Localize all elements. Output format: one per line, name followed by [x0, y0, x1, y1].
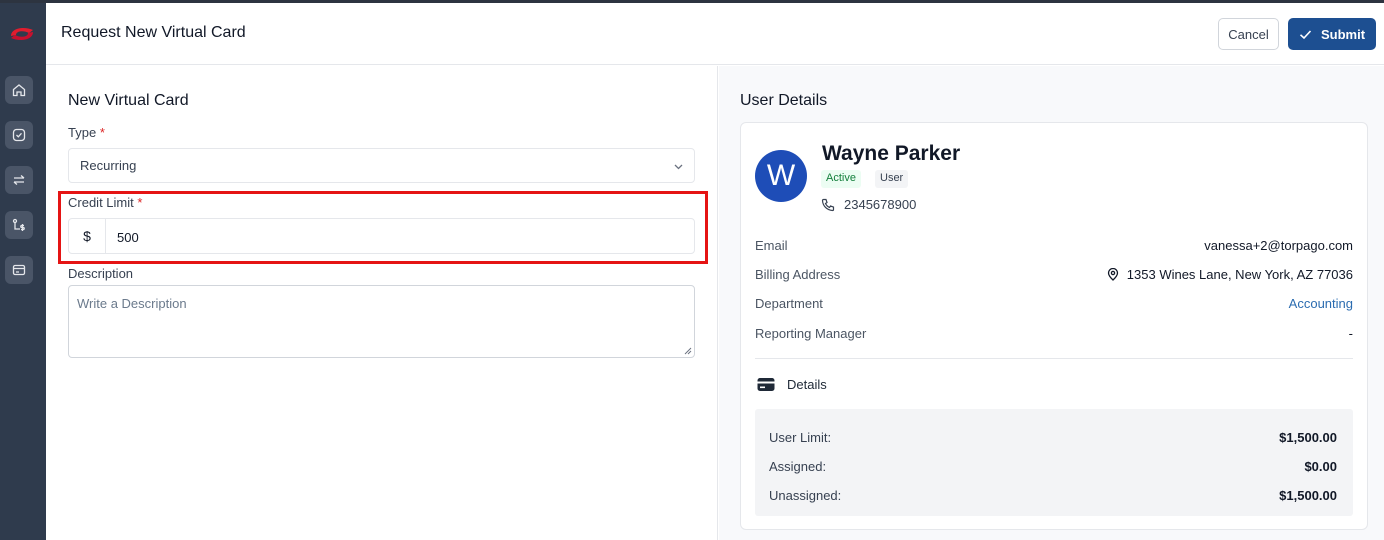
user-limit-label: User Limit: — [769, 430, 832, 445]
department-label: Department — [755, 296, 823, 311]
required-mark: * — [99, 125, 105, 140]
user-details-title: User Details — [740, 92, 828, 109]
check-icon — [1299, 29, 1312, 39]
assigned-label: Assigned: — [769, 459, 827, 474]
divider — [755, 358, 1353, 359]
page-title: Request New Virtual Card — [61, 24, 246, 41]
avatar: W — [755, 150, 807, 202]
nav-payments[interactable] — [5, 211, 33, 239]
new-card-form: New Virtual Card Type * Recurring Credit… — [46, 66, 718, 540]
credit-limit-label-text: Credit Limit — [68, 195, 134, 210]
credit-limit-value[interactable]: 500 — [106, 219, 150, 253]
billing-address-label: Billing Address — [755, 267, 841, 282]
details-title: Details — [787, 377, 827, 392]
unassigned-label: Unassigned: — [769, 488, 842, 503]
nav-cards[interactable] — [5, 256, 33, 284]
brand-logo[interactable] — [8, 23, 36, 45]
user-name: Wayne Parker — [822, 142, 961, 165]
billing-address-row: Billing Address 1353 Wines Lane, New Yor… — [755, 267, 1353, 282]
credit-limit-label: Credit Limit * — [68, 195, 142, 210]
chevron-down-icon — [674, 164, 683, 170]
user-details-panel: User Details W Wayne Parker Active User … — [719, 66, 1384, 540]
nav-transactions[interactable] — [5, 166, 33, 194]
transfer-icon — [13, 175, 25, 185]
nav-approvals[interactable] — [5, 121, 33, 149]
unassigned-row: Unassigned: $1,500.00 — [769, 488, 1337, 503]
department-link[interactable]: Accounting — [1289, 296, 1353, 311]
credit-limit-input[interactable]: $ 500 — [68, 218, 695, 254]
card-icon — [12, 264, 26, 276]
unassigned-value: $1,500.00 — [1279, 488, 1337, 503]
assigned-value: $0.00 — [1304, 459, 1337, 474]
billing-address-text: 1353 Wines Lane, New York, AZ 77036 — [1126, 267, 1353, 282]
submit-label: Submit — [1320, 26, 1366, 42]
user-card: W Wayne Parker Active User 2345678900 Em… — [740, 122, 1368, 530]
nav-home[interactable] — [5, 76, 33, 104]
reporting-manager-label: Reporting Manager — [755, 326, 867, 341]
description-label: Description — [68, 266, 134, 281]
submit-button[interactable]: Submit — [1288, 18, 1376, 50]
type-select-value: Recurring — [80, 158, 137, 173]
phone-number: 2345678900 — [844, 197, 917, 212]
user-limit-row: User Limit: $1,500.00 — [769, 430, 1337, 445]
page-header: Request New Virtual Card Cancel Submit — [46, 3, 1384, 65]
sidebar — [0, 3, 46, 540]
email-row: Email vanessa+2@torpago.com — [755, 238, 1353, 253]
billing-address-value: 1353 Wines Lane, New York, AZ 77036 — [1107, 267, 1353, 282]
department-row: Department Accounting — [755, 296, 1353, 311]
type-select[interactable]: Recurring — [68, 148, 695, 183]
reporting-manager-row: Reporting Manager - — [755, 326, 1353, 341]
location-pin-icon — [1107, 268, 1118, 281]
currency-prefix: $ — [69, 219, 106, 253]
resize-handle-icon[interactable] — [684, 347, 692, 355]
home-icon — [12, 84, 26, 97]
email-label: Email — [755, 238, 788, 253]
reporting-manager-value: - — [1348, 326, 1353, 341]
route-dollar-icon — [12, 218, 25, 231]
limits-summary: User Limit: $1,500.00 Assigned: $0.00 Un… — [755, 409, 1353, 516]
description-field[interactable]: Write a Description — [68, 285, 695, 358]
assigned-row: Assigned: $0.00 — [769, 459, 1337, 474]
user-limit-value: $1,500.00 — [1279, 430, 1337, 445]
phone-icon — [821, 198, 835, 211]
required-mark: * — [137, 195, 143, 210]
type-label-text: Type — [68, 125, 97, 140]
email-value: vanessa+2@torpago.com — [1204, 238, 1353, 253]
cancel-button[interactable]: Cancel — [1218, 18, 1279, 50]
status-badge: Active — [821, 170, 861, 188]
type-label: Type * — [68, 125, 105, 140]
phone-row: 2345678900 — [821, 197, 916, 212]
details-header: Details — [757, 377, 827, 392]
description-placeholder: Write a Description — [77, 296, 187, 311]
role-badge: User — [875, 170, 909, 188]
credit-card-icon — [757, 378, 775, 391]
form-title: New Virtual Card — [68, 92, 189, 109]
check-circle-icon — [12, 128, 26, 142]
